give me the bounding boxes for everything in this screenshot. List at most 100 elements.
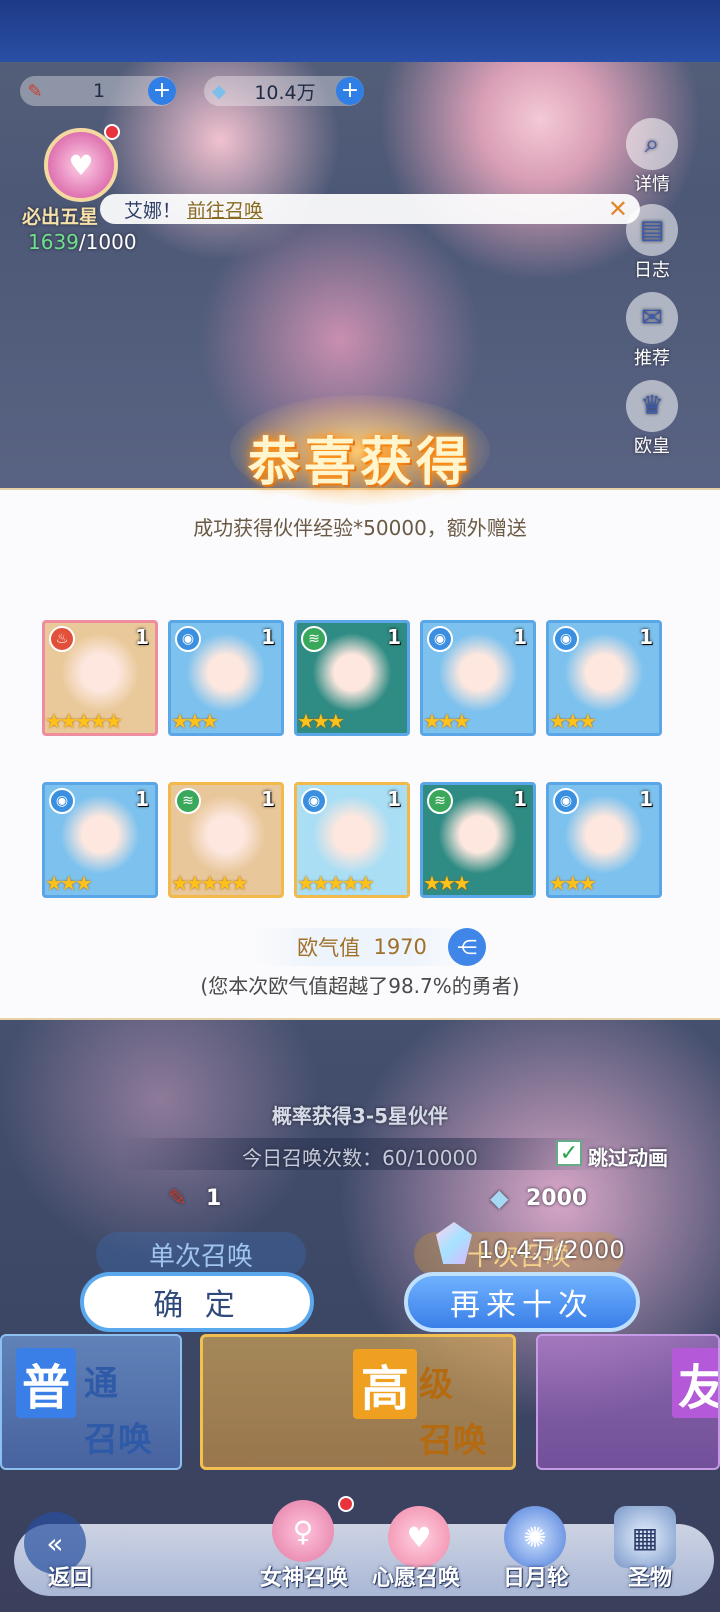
star-rating: ★★★★★ [45, 709, 123, 733]
water-element-icon: ◉ [49, 788, 75, 814]
share-icon[interactable]: ⋲ [448, 928, 486, 966]
reward-card[interactable]: ≋ 1 ★★★ [294, 620, 410, 736]
reward-card[interactable]: ◉ 1 ★★★ [546, 782, 662, 898]
summon-ticket-value: 1 [92, 80, 106, 102]
crystal-counter: ◆ 10.4万 + [204, 76, 364, 106]
reward-card[interactable]: ≋ 1 ★★★★★ [168, 782, 284, 898]
star-rating: ★★★ [423, 709, 471, 733]
reward-card[interactable]: ≋ 1 ★★★ [420, 782, 536, 898]
reward-card[interactable]: ◉ 1 ★★★ [546, 620, 662, 736]
reward-card[interactable]: ♨ 1 ★★★★★ [42, 620, 158, 736]
details-icon: ⌕ [626, 118, 678, 170]
five-star-guarantee-icon[interactable]: ♥ [44, 128, 118, 202]
card-level: 1 [387, 787, 401, 811]
normal-summon-tab[interactable]: 普 通 召唤 [0, 1334, 182, 1470]
reward-card[interactable]: ◉ 1 ★★★ [168, 620, 284, 736]
luck-value: 1970 [373, 935, 427, 959]
card-level: 1 [261, 625, 275, 649]
notification-dot [104, 124, 120, 140]
status-bar [0, 0, 720, 62]
star-rating: ★★★ [171, 709, 219, 733]
normal-summon-big-char: 普 [16, 1348, 77, 1418]
probability-text: 概率获得3-5星伙伴 [271, 1104, 449, 1128]
nav-back[interactable]: 返回 [20, 1560, 120, 1592]
single-cost-ticket-icon: ✎ [168, 1186, 187, 1211]
advanced-summon-big-char: 高 [353, 1349, 418, 1419]
card-level: 1 [387, 625, 401, 649]
ten-cost-crystal-icon: ◆ [490, 1184, 509, 1212]
log-button[interactable]: ▤ 日志 [622, 204, 682, 282]
ten-cost-value: 2000 [526, 1186, 588, 1211]
crystal-value: 10.4万 [254, 81, 316, 104]
details-label: 详情 [634, 174, 670, 195]
water-element-icon: ◉ [175, 626, 201, 652]
friend-summon-tab[interactable]: 友 [536, 1334, 720, 1470]
wind-element-icon: ≋ [427, 788, 453, 814]
go-summon-link[interactable]: 前往召唤 [187, 196, 263, 223]
summon-ticket-counter: ✎ 1 + [20, 76, 176, 106]
wind-element-icon: ≋ [175, 788, 201, 814]
single-summon-button[interactable]: 单次召唤 [96, 1232, 306, 1276]
details-button[interactable]: ⌕ 详情 [622, 118, 682, 196]
goddess-summon-notification-dot [338, 1496, 354, 1512]
normal-summon-small-char: 通 [84, 1364, 118, 1404]
reward-card[interactable]: ◉ 1 ★★★ [420, 620, 536, 736]
relic-icon[interactable]: ▦ [614, 1506, 676, 1568]
reward-card[interactable]: ◉ 1 ★★★ [42, 782, 158, 898]
star-rating: ★★★ [297, 709, 345, 733]
card-level: 1 [135, 787, 149, 811]
luck-label: 欧气值 [297, 936, 361, 960]
guarantee-progress: 1639/1000 [28, 230, 137, 254]
nav-sun-moon-wheel[interactable]: 日月轮 [480, 1560, 592, 1592]
card-level: 1 [513, 625, 527, 649]
nav-relic[interactable]: 圣物 [600, 1560, 700, 1592]
advanced-summon-tab[interactable]: 高 级 召唤 [200, 1334, 516, 1470]
star-rating: ★★★★★ [297, 871, 375, 895]
normal-summon-label: 召唤 [84, 1420, 152, 1460]
goddess-summon-icon[interactable]: ♀ [272, 1500, 334, 1562]
recommend-icon: ✉ [626, 292, 678, 344]
confirm-button[interactable]: 确 定 [80, 1272, 314, 1332]
wish-summon-icon[interactable]: ♥ [388, 1506, 450, 1568]
add-ticket-button[interactable]: + [148, 77, 176, 105]
star-rating: ★★★ [45, 871, 93, 895]
card-level: 1 [639, 787, 653, 811]
crystal-icon: ◆ [212, 80, 226, 102]
guarantee-progress-max: /1000 [78, 230, 137, 254]
summon-ticket-icon: ✎ [27, 80, 43, 102]
summon-notice-banner: 艾娜！ 前往召唤 ✕ [100, 194, 640, 224]
skip-animation-checkbox[interactable]: ✓ [556, 1140, 582, 1166]
crystal-balance: 10.4万/2000 [478, 1236, 625, 1264]
card-level: 1 [513, 787, 527, 811]
water-element-icon: ◉ [553, 788, 579, 814]
skip-animation-label: 跳过动画 [588, 1146, 668, 1170]
reward-card[interactable]: ◉ 1 ★★★★★ [294, 782, 410, 898]
recommend-button[interactable]: ✉ 推荐 [622, 292, 682, 370]
advanced-summon-label: 召唤 [419, 1421, 487, 1461]
water-element-icon: ◉ [553, 626, 579, 652]
reward-subtitle: 成功获得伙伴经验*50000，额外赠送 [193, 516, 527, 540]
water-element-icon: ◉ [427, 626, 453, 652]
notice-prefix: 艾娜！ [124, 199, 182, 222]
card-level: 1 [639, 625, 653, 649]
nav-goddess-summon[interactable]: 女神召唤 [248, 1560, 360, 1592]
card-level: 1 [261, 787, 275, 811]
advanced-summon-small-char: 级 [419, 1365, 453, 1405]
star-rating: ★★★ [549, 871, 597, 895]
add-crystal-button[interactable]: + [336, 77, 364, 105]
luck-value-badge: 欧气值 1970 [250, 928, 474, 966]
log-label: 日志 [634, 260, 670, 281]
luck-note: (您本次欧气值超越了98.7%的勇者) [200, 974, 520, 998]
wind-element-icon: ≋ [301, 626, 327, 652]
card-level: 1 [135, 625, 149, 649]
summon-ten-again-button[interactable]: 再来十次 [404, 1272, 640, 1332]
friend-summon-big-char: 友 [672, 1348, 718, 1418]
sun-moon-wheel-icon[interactable]: ✺ [504, 1506, 566, 1568]
star-rating: ★★★★★ [171, 871, 249, 895]
nav-wish-summon[interactable]: 心愿召唤 [360, 1560, 472, 1592]
fire-element-icon: ♨ [49, 626, 75, 652]
star-rating: ★★★ [423, 871, 471, 895]
star-rating: ★★★ [549, 709, 597, 733]
guarantee-progress-current: 1639 [28, 230, 79, 254]
water-element-icon: ◉ [301, 788, 327, 814]
